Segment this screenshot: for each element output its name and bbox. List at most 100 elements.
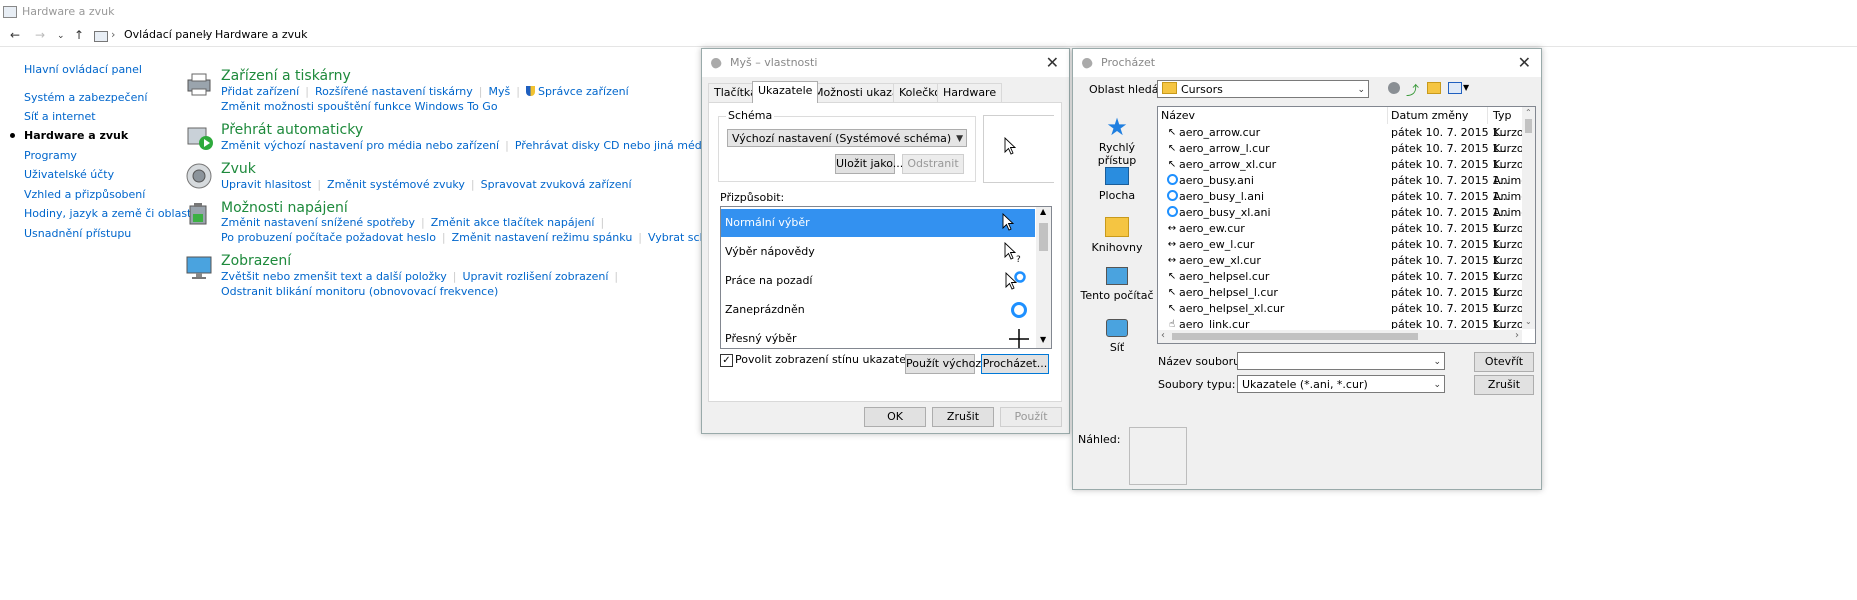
cursor-item-working[interactable]: Práce na pozadí — [721, 267, 1035, 295]
link-change-power-saving[interactable]: Změnit nastavení snížené spotřeby — [221, 216, 415, 229]
scroll-down-icon[interactable]: ▼ — [1040, 335, 1046, 344]
sidebar-item-ease-of-access[interactable]: Usnadnění přístupu — [24, 227, 131, 240]
place-libraries[interactable]: Knihovny — [1079, 215, 1155, 254]
link-device-manager[interactable]: Správce zařízení — [538, 85, 629, 98]
file-list-vscrollbar[interactable]: ⌃ ⌄ — [1522, 107, 1535, 329]
file-row[interactable]: ↖ aero_arrow.cur pátek 10. 7. 2015 1... Kur… — [1158, 125, 1522, 141]
scrollbar-thumb[interactable] — [1525, 119, 1532, 133]
link-resize-text[interactable]: Zvětšit nebo zmenšit text a další položk… — [221, 270, 447, 283]
file-row[interactable]: ↖ aero_helpsel.cur pátek 10. 7. 2015 1... K… — [1158, 269, 1522, 285]
browse-button[interactable]: Procházet... — [981, 354, 1049, 374]
link-mouse[interactable]: Myš — [489, 85, 511, 98]
file-row[interactable]: ☝ aero_link.cur pátek 10. 7. 2015 1... Kurz… — [1158, 317, 1522, 329]
back-icon[interactable] — [1388, 82, 1400, 94]
filetype-select[interactable]: Ukazatele (*.ani, *.cur) ⌄ — [1237, 375, 1445, 393]
scroll-down-icon[interactable]: ⌄ — [1525, 317, 1532, 326]
back-arrow-icon[interactable]: ← — [10, 28, 20, 42]
category-title-devices-printers[interactable]: Zařízení a tiskárny — [221, 68, 351, 84]
file-list-hscrollbar[interactable]: ‹ › — [1158, 330, 1522, 343]
sidebar-item-home[interactable]: Hlavní ovládací panel — [24, 63, 142, 76]
link-adjust-resolution[interactable]: Upravit rozlišení zobrazení — [462, 270, 608, 283]
column-header-name[interactable]: Název — [1161, 109, 1195, 122]
category-title-power-options[interactable]: Možnosti napájení — [221, 200, 348, 216]
close-icon[interactable]: ✕ — [1518, 53, 1531, 72]
place-network[interactable]: Síť — [1079, 317, 1155, 354]
link-windows-to-go[interactable]: Změnit možnosti spouštění funkce Windows… — [221, 100, 498, 113]
cursor-list[interactable]: Normální výběr Výběr nápovědy ? Práce na… — [720, 206, 1052, 349]
place-quick-access[interactable]: ★ Rychlý přístup — [1079, 113, 1155, 167]
cancel-button[interactable]: Zrušit — [1474, 375, 1534, 395]
cursor-item-busy[interactable]: Zaneprázdněn — [721, 296, 1035, 324]
link-advanced-printer-setup[interactable]: Rozšířené nastavení tiskárny — [315, 85, 473, 98]
scroll-up-icon[interactable]: ⌃ — [1525, 108, 1532, 117]
file-type: Kurzor — [1493, 254, 1522, 267]
new-folder-icon[interactable] — [1427, 82, 1441, 94]
use-default-button[interactable]: Použít výchozí — [905, 354, 984, 374]
file-row[interactable]: ↔aero_ew.cur pátek 10. 7. 2015 1...Kurzor — [1158, 221, 1522, 237]
view-menu-icon[interactable] — [1448, 82, 1462, 94]
place-desktop[interactable]: Plocha — [1079, 165, 1155, 202]
cursor-list-scrollbar[interactable]: ▲ ▼ — [1036, 207, 1051, 348]
apply-button[interactable]: Použít — [1000, 407, 1062, 427]
file-row[interactable]: ↔ aero_ew_l.cur pátek 10. 7. 2015 1... Kurz… — [1158, 237, 1522, 253]
link-add-device[interactable]: Přidat zařízení — [221, 85, 299, 98]
column-header-date[interactable]: Datum změny — [1391, 109, 1468, 122]
recent-chevron-icon[interactable]: ⌄ — [57, 31, 65, 41]
link-change-default-media[interactable]: Změnit výchozí nastavení pro média nebo … — [221, 139, 499, 152]
chevron-down-icon[interactable]: ▼ — [1463, 83, 1469, 92]
file-row[interactable]: ↔ aero_ew_xl.cur pátek 10. 7. 2015 1... Kur… — [1158, 253, 1522, 269]
scroll-right-icon[interactable]: › — [1515, 330, 1519, 341]
link-power-buttons[interactable]: Změnit akce tlačítek napájení — [431, 216, 595, 229]
file-row[interactable]: ↖ aero_helpsel_xl.cur pátek 10. 7. 2015 1.… — [1158, 301, 1522, 317]
sidebar-item-network[interactable]: Síť a internet — [24, 110, 96, 123]
file-row[interactable]: ↖ aero_arrow_xl.cur pátek 10. 7. 2015 1...… — [1158, 157, 1522, 173]
file-row[interactable]: ↖ aero_helpsel_l.cur pátek 10. 7. 2015 1..… — [1158, 285, 1522, 301]
link-change-system-sounds[interactable]: Změnit systémové zvuky — [327, 178, 465, 191]
link-change-sleep[interactable]: Změnit nastavení režimu spánku — [452, 231, 633, 244]
sidebar-item-appearance[interactable]: Vzhled a přizpůsobení — [24, 188, 145, 201]
ok-button[interactable]: OK — [864, 407, 926, 427]
file-row[interactable]: aero_busy.ani pátek 10. 7. 2015 1...Animo — [1158, 173, 1522, 189]
scrollbar-thumb[interactable] — [1172, 333, 1418, 340]
file-row[interactable]: ↖ aero_arrow_l.cur pátek 10. 7. 2015 1... K… — [1158, 141, 1522, 157]
tab-pointers[interactable]: Ukazatele — [752, 81, 819, 103]
category-title-sound[interactable]: Zvuk — [221, 161, 256, 177]
scheme-select[interactable]: Výchozí nastavení (Systémové schéma) ▼ — [727, 129, 967, 147]
link-manage-audio-devices[interactable]: Spravovat zvuková zařízení — [481, 178, 632, 191]
scroll-left-icon[interactable]: ‹ — [1161, 330, 1165, 341]
up-arrow-icon[interactable]: ↑ — [74, 28, 84, 42]
shadow-checkbox[interactable]: ✓ — [720, 354, 733, 367]
scrollbar-thumb[interactable] — [1039, 223, 1048, 251]
column-header-type[interactable]: Typ — [1493, 109, 1512, 122]
cancel-button[interactable]: Zrušit — [932, 407, 994, 427]
sidebar-item-system-security[interactable]: Systém a zabezpečení — [24, 91, 147, 104]
sidebar-item-user-accounts[interactable]: Uživatelské účty — [24, 168, 114, 181]
save-as-button[interactable]: Uložit jako... — [835, 154, 903, 174]
category-title-display[interactable]: Zobrazení — [221, 253, 291, 269]
filename-input[interactable]: ⌄ — [1237, 352, 1445, 370]
file-row[interactable]: aero_busy_l.ani pátek 10. 7. 2015 1... Ani… — [1158, 189, 1522, 205]
breadcrumb-control-panel[interactable]: Ovládací panely — [124, 28, 212, 41]
link-remove-flicker[interactable]: Odstranit blikání monitoru (obnovovací f… — [221, 285, 498, 298]
scroll-up-icon[interactable]: ▲ — [1040, 207, 1046, 216]
arrow-cursor-icon — [1002, 213, 1015, 231]
sidebar-item-clock-region[interactable]: Hodiny, jazyk a země či oblast — [24, 207, 191, 220]
cursor-item-help-select[interactable]: Výběr nápovědy ? — [721, 238, 1035, 266]
tab-hardware[interactable]: Hardware — [937, 83, 1003, 102]
forward-arrow-icon[interactable]: → — [35, 28, 45, 42]
delete-scheme-button[interactable]: Odstranit — [902, 154, 964, 174]
close-icon[interactable]: ✕ — [1046, 53, 1059, 72]
file-list[interactable]: Název ⌃ Datum změny Typ ↖ aero_arrow.cur p… — [1157, 106, 1536, 344]
up-folder-icon[interactable]: ⤴ — [1406, 80, 1419, 99]
cursor-item-precision[interactable]: Přesný výběr — [721, 325, 1035, 348]
category-title-autoplay[interactable]: Přehrát automaticky — [221, 122, 363, 138]
link-require-password-wakeup[interactable]: Po probuzení počítače požadovat heslo — [221, 231, 436, 244]
look-in-select[interactable]: Cursors ⌄ — [1157, 80, 1369, 98]
place-this-pc[interactable]: Tento počítač — [1079, 265, 1155, 302]
file-row[interactable]: aero_busy_xl.ani pátek 10. 7. 2015 1... An… — [1158, 205, 1522, 221]
link-adjust-volume[interactable]: Upravit hlasitost — [221, 178, 311, 191]
cursor-item-normal-select[interactable]: Normální výběr — [721, 209, 1035, 237]
open-button[interactable]: Otevřít — [1474, 352, 1534, 372]
breadcrumb-hardware-sound[interactable]: Hardware a zvuk — [215, 28, 307, 41]
sidebar-item-programs[interactable]: Programy — [24, 149, 77, 162]
